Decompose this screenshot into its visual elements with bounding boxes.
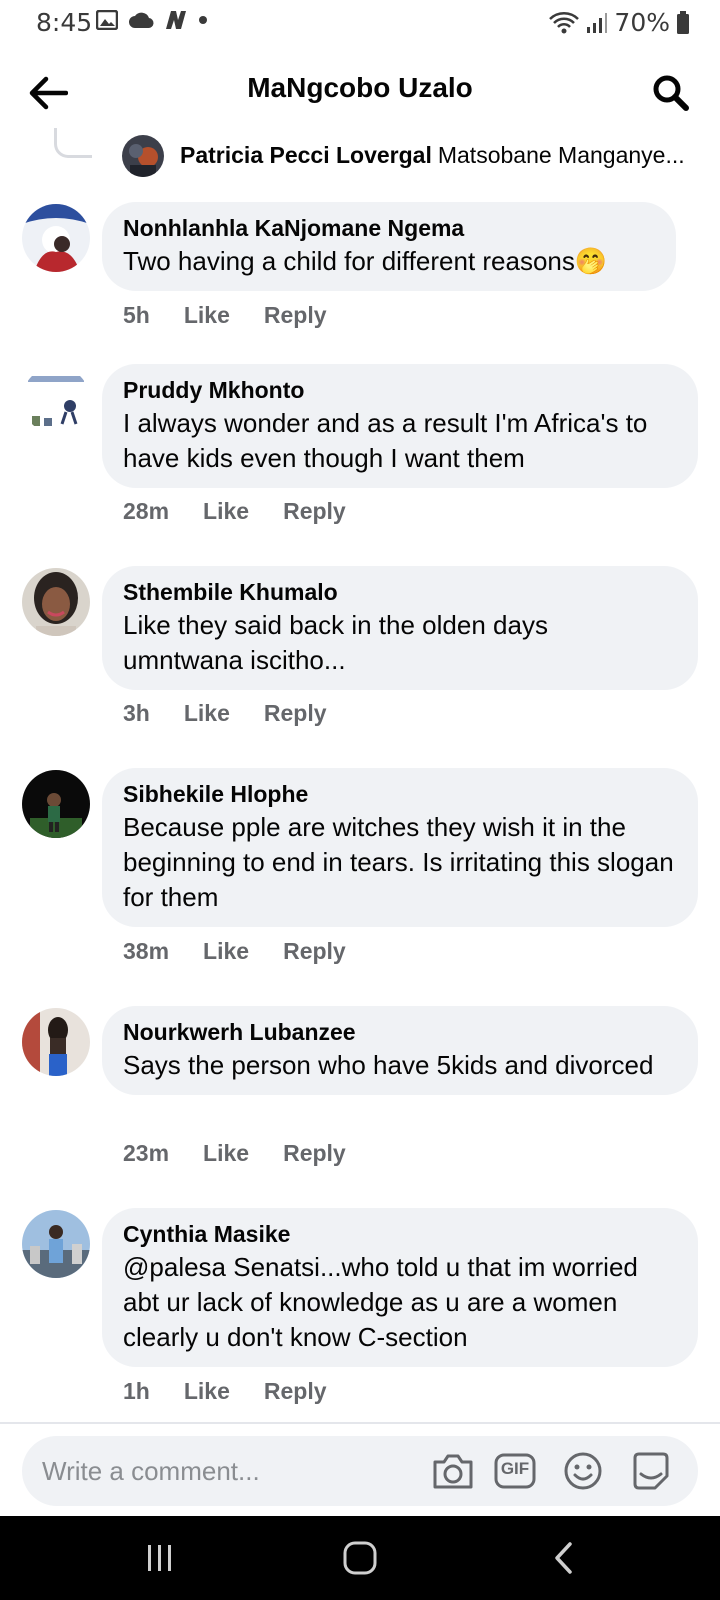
reply-preview[interactable]: Patricia Pecci Lovergal Matsobane Mangany…: [0, 128, 720, 184]
comment-bubble[interactable]: Sthembile Khumalo Like they said back in…: [102, 566, 698, 690]
battery-percent: 70%: [614, 8, 670, 37]
emoji-button[interactable]: [560, 1449, 606, 1493]
recents-button[interactable]: [130, 1536, 190, 1580]
reply-button[interactable]: Reply: [283, 1140, 346, 1167]
comment-bubble[interactable]: Nourkwerh Lubanzee Says the person who h…: [102, 1006, 698, 1095]
reply-button[interactable]: Reply: [264, 302, 327, 329]
status-bar: 8:45 70%: [0, 0, 720, 46]
comment-time[interactable]: 1h: [123, 1378, 150, 1405]
comment-author[interactable]: Nonhlanhla KaNjomane Ngema: [123, 212, 652, 244]
comment-composer: GIF: [22, 1436, 698, 1506]
status-time: 8:45: [36, 8, 93, 37]
comment-time[interactable]: 3h: [123, 700, 150, 727]
camera-button[interactable]: [430, 1449, 476, 1493]
reply-button[interactable]: Reply: [283, 938, 346, 965]
comment-actions: 5h Like Reply: [123, 302, 327, 329]
comment-author[interactable]: Sthembile Khumalo: [123, 576, 674, 608]
comment-author[interactable]: Sibhekile Hlophe: [123, 778, 674, 810]
gallery-icon: [96, 10, 118, 30]
battery-icon: [677, 10, 689, 34]
page-title: MaNgcobo Uzalo: [247, 72, 473, 103]
comment-bubble[interactable]: Sibhekile Hlophe Because pple are witche…: [102, 768, 698, 927]
home-icon: [343, 1541, 377, 1575]
reply-author[interactable]: Patricia Pecci Lovergal: [180, 142, 432, 168]
home-button[interactable]: [330, 1536, 390, 1580]
comment-bubble[interactable]: Pruddy Mkhonto I always wonder and as a …: [102, 364, 698, 488]
comment-author[interactable]: Nourkwerh Lubanzee: [123, 1016, 674, 1048]
comment-bubble[interactable]: Cynthia Masike @palesa Senatsi...who tol…: [102, 1208, 698, 1367]
reply-snippet: Matsobane Manganye...: [437, 142, 685, 168]
sticker-button[interactable]: [628, 1449, 674, 1493]
comment-author[interactable]: Cynthia Masike: [123, 1218, 674, 1250]
camera-icon: [433, 1454, 473, 1489]
comment-time[interactable]: 5h: [123, 302, 150, 329]
comment-input[interactable]: [42, 1436, 422, 1506]
reply-button[interactable]: Reply: [264, 1378, 327, 1405]
comment-bubble[interactable]: Nonhlanhla KaNjomane Ngema Two having a …: [102, 202, 676, 291]
comment-time[interactable]: 23m: [123, 1140, 169, 1167]
comment-text: Like they said back in the olden days um…: [123, 610, 548, 675]
app-n-icon: [166, 11, 186, 29]
comment-time[interactable]: 28m: [123, 498, 169, 525]
avatar[interactable]: [22, 204, 90, 272]
cloud-icon: [129, 12, 154, 29]
gif-label: GIF: [500, 1459, 530, 1478]
avatar[interactable]: [22, 366, 90, 434]
wifi-icon: [549, 11, 580, 33]
signal-icon: [587, 12, 608, 33]
composer-divider: [0, 1422, 720, 1424]
comment-text: I always wonder and as a result I'm Afri…: [123, 408, 648, 473]
avatar[interactable]: [22, 568, 90, 636]
reply-button[interactable]: Reply: [264, 700, 327, 727]
avatar[interactable]: [22, 770, 90, 838]
system-nav-bar: [0, 1516, 720, 1600]
recents-icon: [148, 1545, 171, 1571]
sticker-icon: [633, 1452, 669, 1490]
dot-icon: [199, 16, 207, 24]
emoji-icon: [564, 1452, 602, 1490]
comment-author[interactable]: Pruddy Mkhonto: [123, 374, 674, 406]
like-button[interactable]: Like: [184, 302, 230, 329]
search-icon: [653, 75, 689, 111]
like-button[interactable]: Like: [184, 700, 230, 727]
comment-actions: 3h Like Reply: [123, 700, 327, 727]
reply-button[interactable]: Reply: [283, 498, 346, 525]
comment-text: Because pple are witches they wish it in…: [123, 812, 674, 912]
like-button[interactable]: Like: [203, 1140, 249, 1167]
comment-text: Two having a child for different reasons…: [123, 246, 608, 276]
comment-actions: 1h Like Reply: [123, 1378, 327, 1405]
status-right: 70%: [548, 8, 690, 37]
reply-thread-line: [54, 128, 92, 158]
comment-time[interactable]: 38m: [123, 938, 169, 965]
comment-text: Says the person who have 5kids and divor…: [123, 1050, 654, 1080]
comment-actions: 28m Like Reply: [123, 498, 346, 525]
like-button[interactable]: Like: [203, 498, 249, 525]
gif-button[interactable]: GIF: [492, 1449, 538, 1493]
like-button[interactable]: Like: [203, 938, 249, 965]
comment-actions: 38m Like Reply: [123, 938, 346, 965]
comment-text: @palesa Senatsi...who told u that im wor…: [123, 1252, 638, 1352]
system-back-button[interactable]: [534, 1536, 594, 1580]
search-button[interactable]: [646, 68, 696, 118]
comment-actions: 23m Like Reply: [123, 1140, 346, 1167]
notification-icons: [96, 10, 208, 30]
back-icon: [555, 1542, 572, 1574]
header: MaNgcobo Uzalo: [0, 58, 720, 128]
avatar[interactable]: [122, 135, 164, 177]
avatar[interactable]: [22, 1008, 90, 1076]
like-button[interactable]: Like: [184, 1378, 230, 1405]
reply-preview-text: Patricia Pecci Lovergal Matsobane Mangany…: [180, 142, 692, 169]
avatar[interactable]: [22, 1210, 90, 1278]
